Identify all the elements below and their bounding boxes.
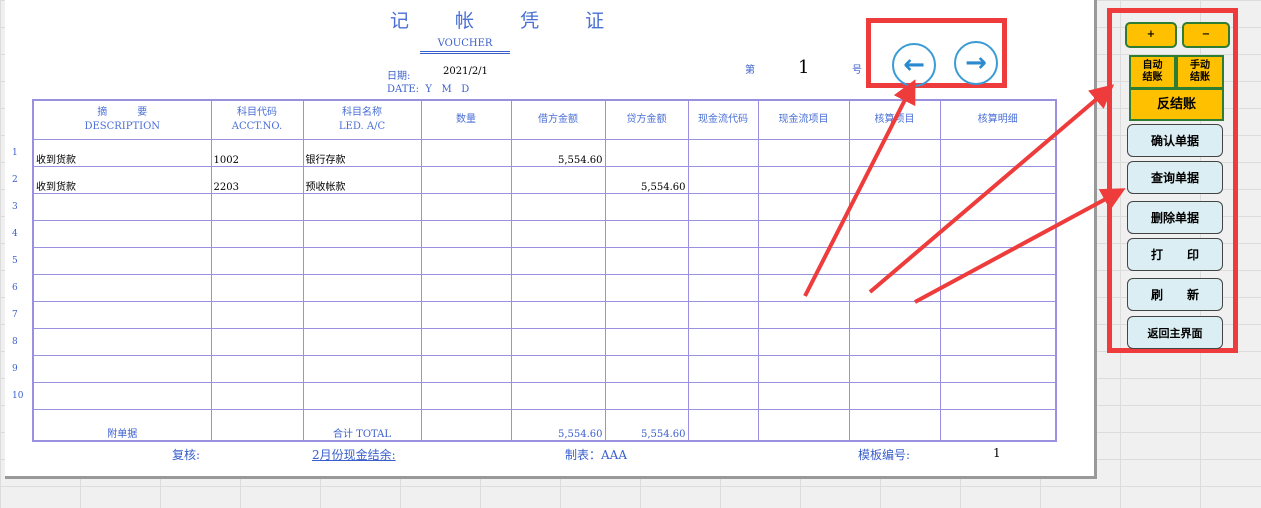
arrow-to-nav — [803, 79, 916, 297]
arrow-to-query — [914, 188, 1126, 304]
annotation-arrows — [803, 79, 1126, 304]
